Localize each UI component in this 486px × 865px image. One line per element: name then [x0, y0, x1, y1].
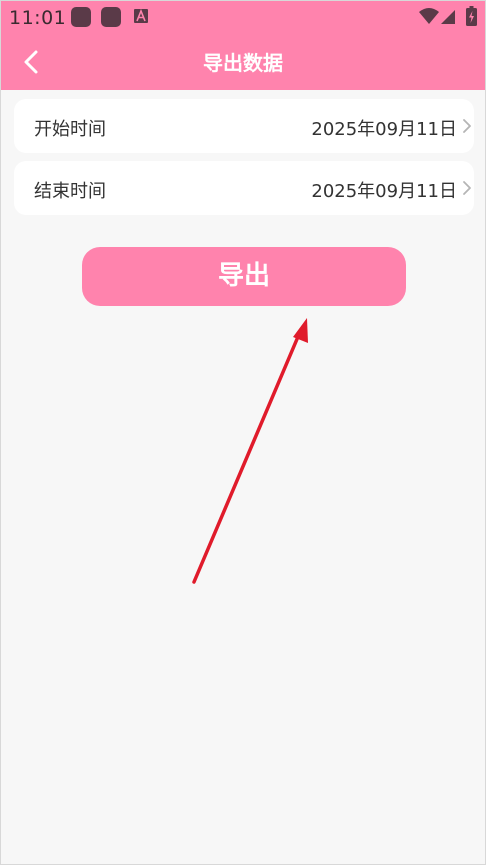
header: 导出数据 — [1, 34, 485, 90]
a-letter-icon — [134, 9, 148, 23]
end-time-value: 2025年09月11日 — [311, 181, 457, 202]
start-time-label: 开始时间 — [34, 119, 106, 140]
app-notification-icon — [101, 7, 121, 27]
top-bar: 11:01 导出数据 — [1, 1, 485, 90]
wifi-icon — [419, 8, 439, 24]
chevron-right-icon — [463, 181, 471, 195]
status-time: 11:01 — [9, 7, 67, 29]
end-time-row[interactable]: 结束时间 2025年09月11日 — [14, 161, 474, 215]
chevron-right-icon — [463, 119, 471, 133]
status-bar: 11:01 — [1, 1, 485, 34]
export-button[interactable]: 导出 — [82, 247, 406, 306]
end-time-label: 结束时间 — [34, 181, 106, 202]
battery-charging-icon — [466, 6, 477, 26]
app-screen: 11:01 导出数据 开始时间 2025年09月11日 结束时间 2025年09… — [0, 0, 486, 865]
cellular-signal-icon — [441, 10, 455, 24]
start-time-row[interactable]: 开始时间 2025年09月11日 — [14, 99, 474, 153]
start-time-value: 2025年09月11日 — [311, 119, 457, 140]
app-notification-icon — [71, 7, 91, 27]
page-title: 导出数据 — [203, 51, 283, 75]
